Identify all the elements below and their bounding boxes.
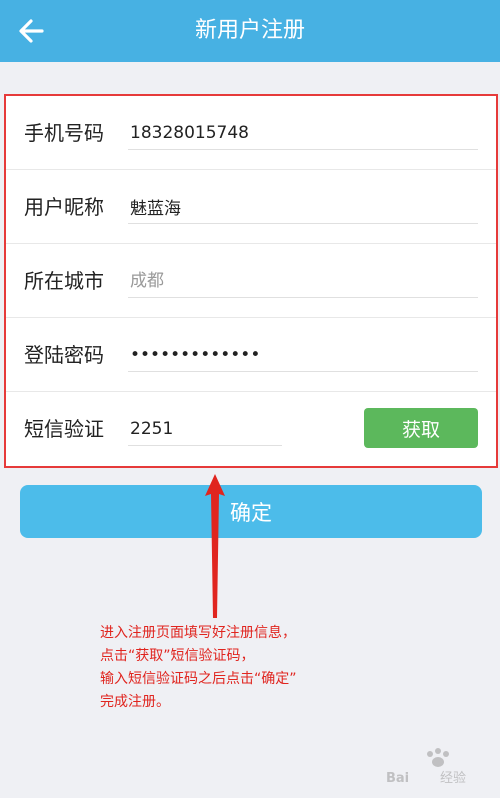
password-label: 登陆密码 — [24, 343, 104, 367]
city-row: 所在城市 — [6, 244, 496, 318]
watermark-logo: Bai 经验 — [382, 742, 492, 788]
confirm-button[interactable]: 确定 — [20, 485, 482, 538]
nickname-label: 用户昵称 — [24, 195, 104, 219]
sms-label: 短信验证 — [24, 417, 104, 441]
phone-field[interactable] — [128, 116, 478, 150]
phone-label: 手机号码 — [24, 121, 104, 145]
sms-code-field[interactable] — [128, 412, 282, 446]
nickname-field[interactable] — [128, 190, 478, 224]
page-title: 新用户注册 — [194, 18, 305, 43]
city-label: 所在城市 — [24, 269, 104, 293]
svg-text:经验: 经验 — [440, 770, 466, 786]
password-field[interactable] — [128, 338, 478, 372]
password-row: 登陆密码 — [6, 318, 496, 392]
svg-text:Bai: Bai — [386, 771, 409, 786]
sms-row: 短信验证 获取 — [6, 392, 496, 466]
annotation-arrow — [205, 474, 225, 618]
nickname-row: 用户昵称 — [6, 170, 496, 244]
phone-row: 手机号码 — [6, 96, 496, 170]
top-bar: 新用户注册 — [0, 0, 500, 62]
registration-form: 手机号码 用户昵称 所在城市 登陆密码 短信验证 获取 — [4, 94, 498, 468]
city-field[interactable] — [128, 264, 478, 298]
annotation-text: 进入注册页面填写好注册信息， 点击“获取”短信验证码， 输入短信验证码之后点击“… — [100, 625, 297, 710]
get-code-button[interactable]: 获取 — [364, 408, 478, 448]
